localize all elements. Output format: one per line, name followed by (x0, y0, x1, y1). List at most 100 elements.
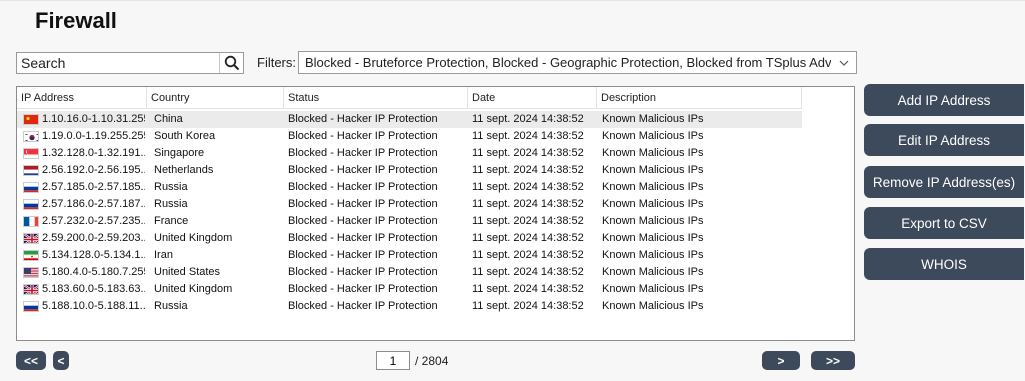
first-page-button[interactable]: << (16, 351, 46, 370)
table-row[interactable]: 1.19.0.0-1.19.255.255 South Korea Blocked … (17, 128, 802, 145)
description-cell: Known Malicious IPs (602, 147, 704, 159)
flag-china-icon (23, 114, 39, 125)
top-divider (0, 0, 1025, 1)
description-cell: Known Malicious IPs (602, 300, 704, 312)
flag-united-states-icon (23, 267, 39, 278)
ip-cell: 5.180.4.0-5.180.7.255 (42, 266, 145, 278)
remove-ip-button[interactable]: Remove IP Address(es) (864, 166, 1024, 198)
flag-netherlands-icon (23, 165, 39, 176)
date-cell: 11 sept. 2024 14:38:52 (472, 181, 584, 193)
table-row[interactable]: 2.57.232.0-2.57.235... France Blocked - Ha… (17, 213, 802, 230)
page-number-input[interactable] (376, 351, 410, 370)
last-page-button[interactable]: >> (811, 351, 855, 370)
country-cell: Russia (154, 198, 188, 210)
page-title: Firewall (35, 8, 117, 33)
ip-table: IP Address Country Status Date Descripti… (16, 86, 855, 341)
flag-united-kingdom-icon (23, 233, 39, 244)
ip-cell: 5.188.10.0-5.188.11... (42, 300, 145, 312)
table-row[interactable]: 1.32.128.0-1.32.191... Singapore Blocked -… (17, 145, 802, 162)
table-row[interactable]: 2.57.186.0-2.57.187... Russia Blocked - Ha… (17, 196, 802, 213)
description-cell: Known Malicious IPs (602, 130, 704, 142)
search-box (16, 52, 244, 74)
search-icon (224, 55, 239, 71)
date-cell: 11 sept. 2024 14:38:52 (472, 113, 584, 125)
date-cell: 11 sept. 2024 14:38:52 (472, 300, 584, 312)
export-csv-button[interactable]: Export to CSV (864, 207, 1024, 239)
flag-france-icon (23, 216, 39, 227)
chevron-down-icon (836, 55, 852, 71)
search-input[interactable] (17, 53, 217, 73)
status-cell: Blocked - Hacker IP Protection (288, 300, 438, 312)
country-cell: United Kingdom (154, 232, 233, 244)
table-row[interactable]: 5.134.128.0-5.134.1... Iran Blocked - Hack… (17, 247, 802, 264)
ip-cell: 2.56.192.0-2.56.195... (42, 164, 145, 176)
country-cell: Singapore (154, 147, 205, 159)
date-cell: 11 sept. 2024 14:38:52 (472, 198, 584, 210)
next-page-button[interactable]: > (762, 351, 800, 370)
description-cell: Known Malicious IPs (602, 181, 704, 193)
table-row[interactable]: 2.59.200.0-2.59.203... United Kingdom Bloc… (17, 230, 802, 247)
description-cell: Known Malicious IPs (602, 249, 704, 261)
table-row[interactable]: 5.183.60.0-5.183.63... United Kingdom Bloc… (17, 281, 802, 298)
date-cell: 11 sept. 2024 14:38:52 (472, 232, 584, 244)
country-cell: Iran (154, 249, 173, 261)
flag-south-korea-icon (23, 131, 39, 142)
ip-cell: 2.57.185.0-2.57.185... (42, 181, 145, 193)
status-cell: Blocked - Hacker IP Protection (288, 266, 438, 278)
country-cell: Netherlands (154, 164, 214, 176)
date-cell: 11 sept. 2024 14:38:52 (472, 283, 584, 295)
country-cell: Russia (154, 300, 188, 312)
flag-iran-icon (23, 250, 39, 261)
status-cell: Blocked - Hacker IP Protection (288, 249, 438, 261)
table-row[interactable]: 5.188.10.0-5.188.11... Russia Blocked - Ha… (17, 298, 802, 315)
status-cell: Blocked - Hacker IP Protection (288, 181, 438, 193)
edit-ip-button[interactable]: Edit IP Address (864, 124, 1024, 156)
column-header-ip[interactable]: IP Address (17, 87, 147, 109)
column-header-date[interactable]: Date (468, 87, 597, 109)
date-cell: 11 sept. 2024 14:38:52 (472, 147, 584, 159)
country-cell: China (154, 113, 183, 125)
ip-cell: 1.32.128.0-1.32.191... (42, 147, 145, 159)
status-cell: Blocked - Hacker IP Protection (288, 113, 438, 125)
ip-cell: 1.19.0.0-1.19.255.255 (42, 130, 145, 142)
column-header-status[interactable]: Status (284, 87, 468, 109)
table-row[interactable]: 5.180.4.0-5.180.7.255 United States Blocke… (17, 264, 802, 281)
ip-cell: 1.10.16.0-1.10.31.255 (42, 113, 145, 125)
description-cell: Known Malicious IPs (602, 215, 704, 227)
table-row[interactable]: 2.56.192.0-2.56.195... Netherlands Blocked… (17, 162, 802, 179)
date-cell: 11 sept. 2024 14:38:52 (472, 215, 584, 227)
filters-value: Blocked - Bruteforce Protection, Blocked… (305, 55, 831, 70)
add-ip-button[interactable]: Add IP Address (864, 84, 1024, 116)
country-cell: United States (154, 266, 221, 278)
prev-page-button[interactable]: < (53, 351, 69, 370)
description-cell: Known Malicious IPs (602, 164, 704, 176)
search-button[interactable] (219, 53, 243, 73)
status-cell: Blocked - Hacker IP Protection (288, 147, 438, 159)
description-cell: Known Malicious IPs (602, 113, 704, 125)
description-cell: Known Malicious IPs (602, 283, 704, 295)
country-cell: Russia (154, 181, 188, 193)
country-cell: South Korea (154, 130, 216, 142)
status-cell: Blocked - Hacker IP Protection (288, 283, 438, 295)
status-cell: Blocked - Hacker IP Protection (288, 130, 438, 142)
date-cell: 11 sept. 2024 14:38:52 (472, 266, 584, 278)
date-cell: 11 sept. 2024 14:38:52 (472, 130, 584, 142)
whois-button[interactable]: WHOIS (864, 248, 1024, 280)
date-cell: 11 sept. 2024 14:38:52 (472, 164, 584, 176)
ip-cell: 5.134.128.0-5.134.1... (42, 249, 145, 261)
table-row[interactable]: 1.10.16.0-1.10.31.255 China Blocked - Hack… (17, 111, 802, 128)
ip-cell: 5.183.60.0-5.183.63... (42, 283, 145, 295)
status-cell: Blocked - Hacker IP Protection (288, 232, 438, 244)
country-cell: United Kingdom (154, 283, 233, 295)
filters-dropdown[interactable]: Blocked - Bruteforce Protection, Blocked… (298, 51, 857, 74)
flag-singapore-icon (23, 148, 39, 159)
ip-cell: 2.59.200.0-2.59.203... (42, 232, 145, 244)
column-header-description[interactable]: Description (597, 87, 802, 109)
country-cell: France (154, 215, 189, 227)
filters-label: Filters: (257, 55, 296, 70)
status-cell: Blocked - Hacker IP Protection (288, 198, 438, 210)
column-header-country[interactable]: Country (147, 87, 284, 109)
table-row[interactable]: 2.57.185.0-2.57.185... Russia Blocked - Ha… (17, 179, 802, 196)
ip-cell: 2.57.232.0-2.57.235... (42, 215, 145, 227)
description-cell: Known Malicious IPs (602, 198, 704, 210)
